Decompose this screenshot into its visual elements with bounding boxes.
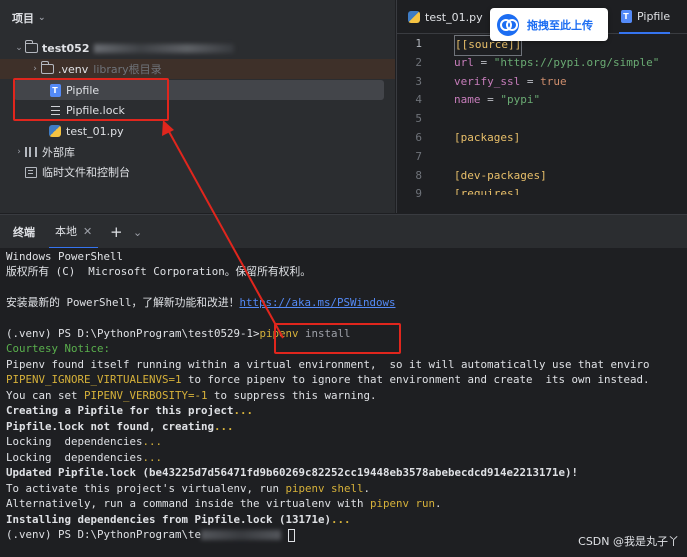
- tree-item-venv[interactable]: › .venv library根目录: [0, 59, 395, 79]
- tree-root[interactable]: ⌄ test0529-1: [14, 38, 234, 58]
- code-area[interactable]: [[source]] url = "https://pypi.org/simpl…: [454, 35, 659, 195]
- cloud-upload-icon: [497, 13, 519, 36]
- annotation-box-command: [274, 323, 401, 354]
- terminal-line: To activate this project's virtualenv, r…: [6, 482, 371, 495]
- tab-pipfile[interactable]: T Pipfile: [619, 0, 671, 34]
- line-number: 5: [415, 112, 422, 126]
- tab-label: Pipfile: [637, 9, 671, 23]
- code-value: true: [540, 74, 567, 88]
- console-icon: [24, 165, 38, 179]
- annotation-box-pipfiles: [13, 78, 169, 121]
- tree-item-label: .venv: [58, 62, 89, 76]
- blurred-path: [94, 43, 234, 53]
- text-file-icon: T: [619, 9, 633, 23]
- code-value: "pypi": [500, 93, 541, 107]
- line-number: 3: [415, 74, 422, 88]
- terminal-line: Creating a Pipfile for this project...: [6, 404, 254, 417]
- code-section: [dev-packages]: [454, 168, 547, 182]
- tree-item-external-libs[interactable]: › 外部库: [14, 142, 75, 162]
- line-number: 9: [415, 187, 422, 201]
- project-title: 项目: [12, 12, 34, 25]
- line-number: 1: [415, 37, 422, 50]
- python-file-icon: [407, 10, 421, 24]
- chevron-down-icon[interactable]: ⌄: [38, 13, 46, 23]
- prompt: (.venv) PS D:\PythonProgram\test0529-1>: [6, 327, 260, 340]
- terminal-line: Locking dependencies...: [6, 435, 163, 448]
- tab-label: test_01.py: [425, 10, 483, 24]
- code-key: verify_ssl: [454, 74, 521, 88]
- code-eq: =: [480, 93, 501, 107]
- python-file-icon: [48, 124, 62, 138]
- code-eq: =: [520, 74, 541, 88]
- tab-local[interactable]: 本地 ✕: [49, 215, 99, 249]
- terminal-line: Updated Pipfile.lock (be43225d7d56471fd9…: [6, 466, 579, 479]
- code-key: name: [454, 93, 481, 107]
- terminal-line: Locking dependencies...: [6, 451, 163, 464]
- upload-badge[interactable]: 拖拽至此上传: [490, 8, 608, 41]
- terminal-line: Installing dependencies from Pipfile.loc…: [6, 513, 351, 526]
- code-eq: =: [473, 55, 494, 69]
- powershell-link[interactable]: https://aka.ms/PSWindows: [239, 296, 395, 309]
- upload-label: 拖拽至此上传: [527, 18, 593, 32]
- terminal-line: Pipfile.lock not found, creating...: [6, 420, 234, 433]
- line-number: 6: [415, 130, 422, 144]
- terminal-output[interactable]: Windows PowerShell 版权所有 (C) Microsoft Co…: [0, 248, 687, 557]
- terminal-line: Alternatively, run a command inside the …: [6, 497, 442, 510]
- tree-item-label: test_01.py: [66, 124, 124, 138]
- terminal-prompt-line: (.venv) PS D:\PythonProgram\te: [6, 527, 295, 543]
- add-terminal-button[interactable]: +: [110, 215, 123, 249]
- line-number: 7: [415, 149, 422, 163]
- line-number: 4: [415, 93, 422, 107]
- close-icon[interactable]: ✕: [83, 225, 92, 238]
- library-icon: [24, 145, 38, 159]
- root-folder-name: test0529-1: [42, 41, 90, 55]
- tree-item-label: 临时文件和控制台: [42, 166, 130, 179]
- tab-test01[interactable]: test_01.py: [407, 0, 483, 34]
- tab-label: 本地: [55, 225, 77, 238]
- terminal-line: Courtesy Notice:: [6, 342, 111, 355]
- watermark: CSDN @我是丸子丫: [578, 535, 679, 548]
- folder-icon: [24, 40, 38, 55]
- tree-item-scratches[interactable]: 临时文件和控制台: [24, 162, 130, 182]
- code-value: "https://pypi.org/simple": [493, 55, 660, 69]
- chevron-right-icon[interactable]: ›: [30, 64, 40, 74]
- code-key: url: [454, 55, 474, 69]
- tree-item-test01[interactable]: test_01.py: [48, 121, 124, 141]
- terminal-line: Windows PowerShell: [6, 250, 124, 263]
- line-gutter: 1 2 3 4 5 6 7 8 9: [397, 35, 429, 204]
- tree-item-hint: library根目录: [93, 63, 162, 76]
- blurred-path: [201, 530, 282, 540]
- code-section: [requires]: [454, 187, 521, 196]
- chevron-down-icon[interactable]: ⌄: [133, 215, 142, 249]
- terminal-line: PIPENV_IGNORE_VIRTUALENVS=1 to force pip…: [6, 373, 650, 386]
- terminal-cursor: [287, 528, 295, 542]
- terminal-title: 终端: [13, 226, 35, 239]
- prompt: (.venv) PS D:\PythonProgram\te: [6, 528, 202, 541]
- terminal-line: 安装最新的 PowerShell，了解新功能和改进！https://aka.ms…: [6, 296, 396, 309]
- line-number: 8: [415, 168, 422, 182]
- terminal-line: 版权所有 (C) Microsoft Corporation。保留所有权利。: [6, 265, 312, 278]
- chevron-down-icon[interactable]: ⌄: [14, 43, 24, 53]
- terminal-line: Pipenv found itself running within a vir…: [6, 358, 650, 371]
- terminal-line: You can set PIPENV_VERBOSITY=-1 to suppr…: [6, 389, 377, 402]
- code-section: [packages]: [454, 130, 521, 144]
- project-header[interactable]: 项目 ⌄: [12, 10, 46, 26]
- terminal-tab-bar: 终端 本地 ✕ + ⌄: [0, 214, 687, 249]
- folder-icon: [40, 61, 54, 76]
- line-number: 2: [415, 55, 422, 69]
- chevron-right-icon[interactable]: ›: [14, 147, 24, 157]
- tree-item-label: 外部库: [42, 146, 75, 159]
